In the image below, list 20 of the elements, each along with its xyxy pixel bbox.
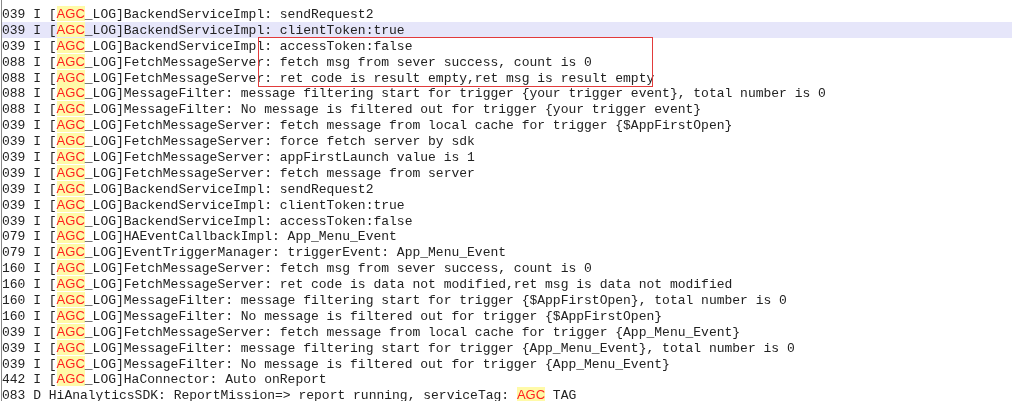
log-line: 088 I [AGC_LOG]MessageFilter: No message is filtered out for trigger {your trigger event} [2,101,703,118]
log-line: 079 I [AGC_LOG]EventTriggerManager: triggerEvent: App_Menu_Event [2,244,508,261]
log-line: 039 I [AGC_LOG]FetchMessageServer: fetch message from server [2,164,476,181]
log-line: 039 I [AGC_LOG]FetchMessageServer: force fetch server by sdk [2,133,476,149]
log-line: 039 I [AGC_LOG]BackendServiceImpl: accessToken:false [2,212,414,229]
log-line: 088 I [AGC_LOG]MessageFilter: message filtering start for trigger {your trigger event}, total number is 0 [2,85,827,102]
log-line: 442 I [AGC_LOG]HaConnector: Auto onReport [2,371,328,388]
log-line: 039 I [AGC_LOG]FetchMessageServer: fetch message from local cache for trigger {$AppFirstOpen} [2,117,734,134]
log-line: 039 I [AGC_LOG]BackendServiceImpl: clientToken:true [2,196,406,213]
log-line: 039 I [AGC_LOG]FetchMessageServer: fetch message from local cache for trigger {App_Menu_Event} [2,323,742,340]
log-line: 160 I [AGC_LOG]MessageFilter: message filtering start for trigger {$AppFirstOpen}, total number is 0 [2,292,788,308]
log-line: 160 I [AGC_LOG]FetchMessageServer: ret code is data not modified,ret msg is data not modified [2,276,734,293]
log-line: 039 I [AGC_LOG]BackendServiceImpl: sendRequest2 [2,6,375,22]
log-line: 039 I [AGC_LOG]FetchMessageServer: appFirstLaunch value is 1 [2,149,476,165]
log-line: 039 I [AGC_LOG]BackendServiceImpl: sendRequest2 [2,180,375,197]
log-line: 079 I [AGC_LOG]HAEventCallbackImpl: App_Menu_Event [2,228,398,245]
log-line: 039 I [AGC_LOG]MessageFilter: No message is filtered out for trigger {App_Menu_Event} [2,355,671,372]
log-line: 160 I [AGC_LOG]MessageFilter: No message is filtered out for trigger {$AppFirstOpen} [2,307,664,324]
log-line: 160 I [AGC_LOG]FetchMessageServer: fetch msg from sever success, count is 0 [2,260,593,277]
log-line: 039 I [AGC_LOG]MessageFilter: message filtering start for trigger {App_Menu_Event}, total number is 0 [2,339,796,356]
